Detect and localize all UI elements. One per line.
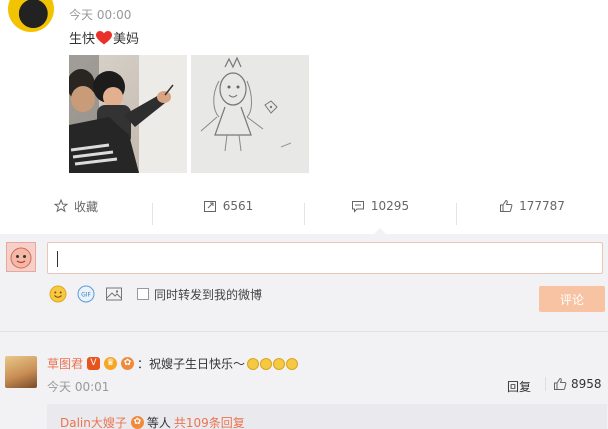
my-avatar[interactable] [6,242,36,272]
image-button[interactable] [105,285,123,303]
smiley-icon [49,285,67,303]
post-text-after: 美妈 [113,32,140,47]
favorite-button[interactable]: 收藏 [0,198,152,215]
photo-1-image [69,55,187,173]
post-action-bar: 收藏 6561 10295 177787 [0,186,608,226]
divider [0,331,608,332]
like-button[interactable]: 177787 [456,199,608,225]
reply-button[interactable]: 回复 [507,378,531,395]
comment-text: ：祝嫂子生日快乐～ [137,357,246,371]
laugh-emoji-icon [286,357,299,370]
sync-checkbox[interactable] [137,288,149,300]
gif-icon: GIF [77,285,95,303]
laugh-emoji-icon [273,357,286,370]
comment-count: 10295 [370,199,410,213]
photo-2-image [191,55,309,173]
post-timestamp: 今天 00:00 [69,8,132,22]
comment-like-count: 8958 [571,377,602,391]
post-photo-1[interactable] [69,55,187,173]
text-cursor [57,251,58,267]
member-crown-icon: ♛ [104,357,118,370]
laugh-emoji-icon [260,357,273,370]
submit-comment-button[interactable]: 评论 [539,286,605,312]
active-tab-pointer [374,228,386,234]
thumbs-up-icon [554,377,567,390]
post-photo-2[interactable] [191,55,309,173]
post-text: 生快 美妈 [69,28,139,47]
comment-line: 草图君 V ♛ ✿ ：祝嫂子生日快乐～ [47,355,299,372]
comment-like-button[interactable]: 8958 [553,377,602,391]
sub-replies-summary[interactable]: Dalin大嫂子 ✿ 等人 共109条回复 [60,414,245,429]
commenter-name[interactable]: 草图君 [47,355,83,372]
star-icon [53,199,68,213]
sub-reply-count[interactable]: 共109条回复 [174,414,245,429]
cartoon-avatar-icon [10,247,32,269]
post-text-before: 生快 [69,32,96,47]
comment-input[interactable] [47,242,603,274]
sub-reply-text: 等人 [146,416,171,429]
sub-reply-user[interactable]: Dalin大嫂子 [60,414,127,429]
commenter-avatar[interactable] [5,356,37,388]
verified-badge-icon: V [87,357,101,370]
thumbs-up-icon [500,199,513,212]
emoji-button[interactable] [49,285,67,303]
poster-avatar[interactable] [8,0,54,32]
favorite-label: 收藏 [73,199,98,214]
emoji-group [247,357,299,370]
composer-toolbar: GIF 同时转发到我的微博 [49,285,262,303]
repost-button[interactable]: 6561 [152,199,304,225]
repost-icon [203,201,216,212]
comment-timestamp: 今天 00:01 [47,380,110,394]
comment-button[interactable]: 10295 [304,199,456,225]
separator [545,377,546,391]
level-badge-icon: ✿ [130,416,144,429]
gif-button[interactable]: GIF [77,285,95,303]
laugh-emoji-icon [247,357,260,370]
svg-text:GIF: GIF [81,292,91,299]
level-badge-icon: ✿ [121,357,135,370]
repost-count: 6561 [222,199,254,213]
comment-icon [351,201,364,213]
heart-icon [96,30,113,44]
like-count: 177787 [519,199,565,213]
sync-repost-option[interactable]: 同时转发到我的微博 [137,286,262,303]
sync-label: 同时转发到我的微博 [154,287,263,302]
image-icon [106,287,122,301]
